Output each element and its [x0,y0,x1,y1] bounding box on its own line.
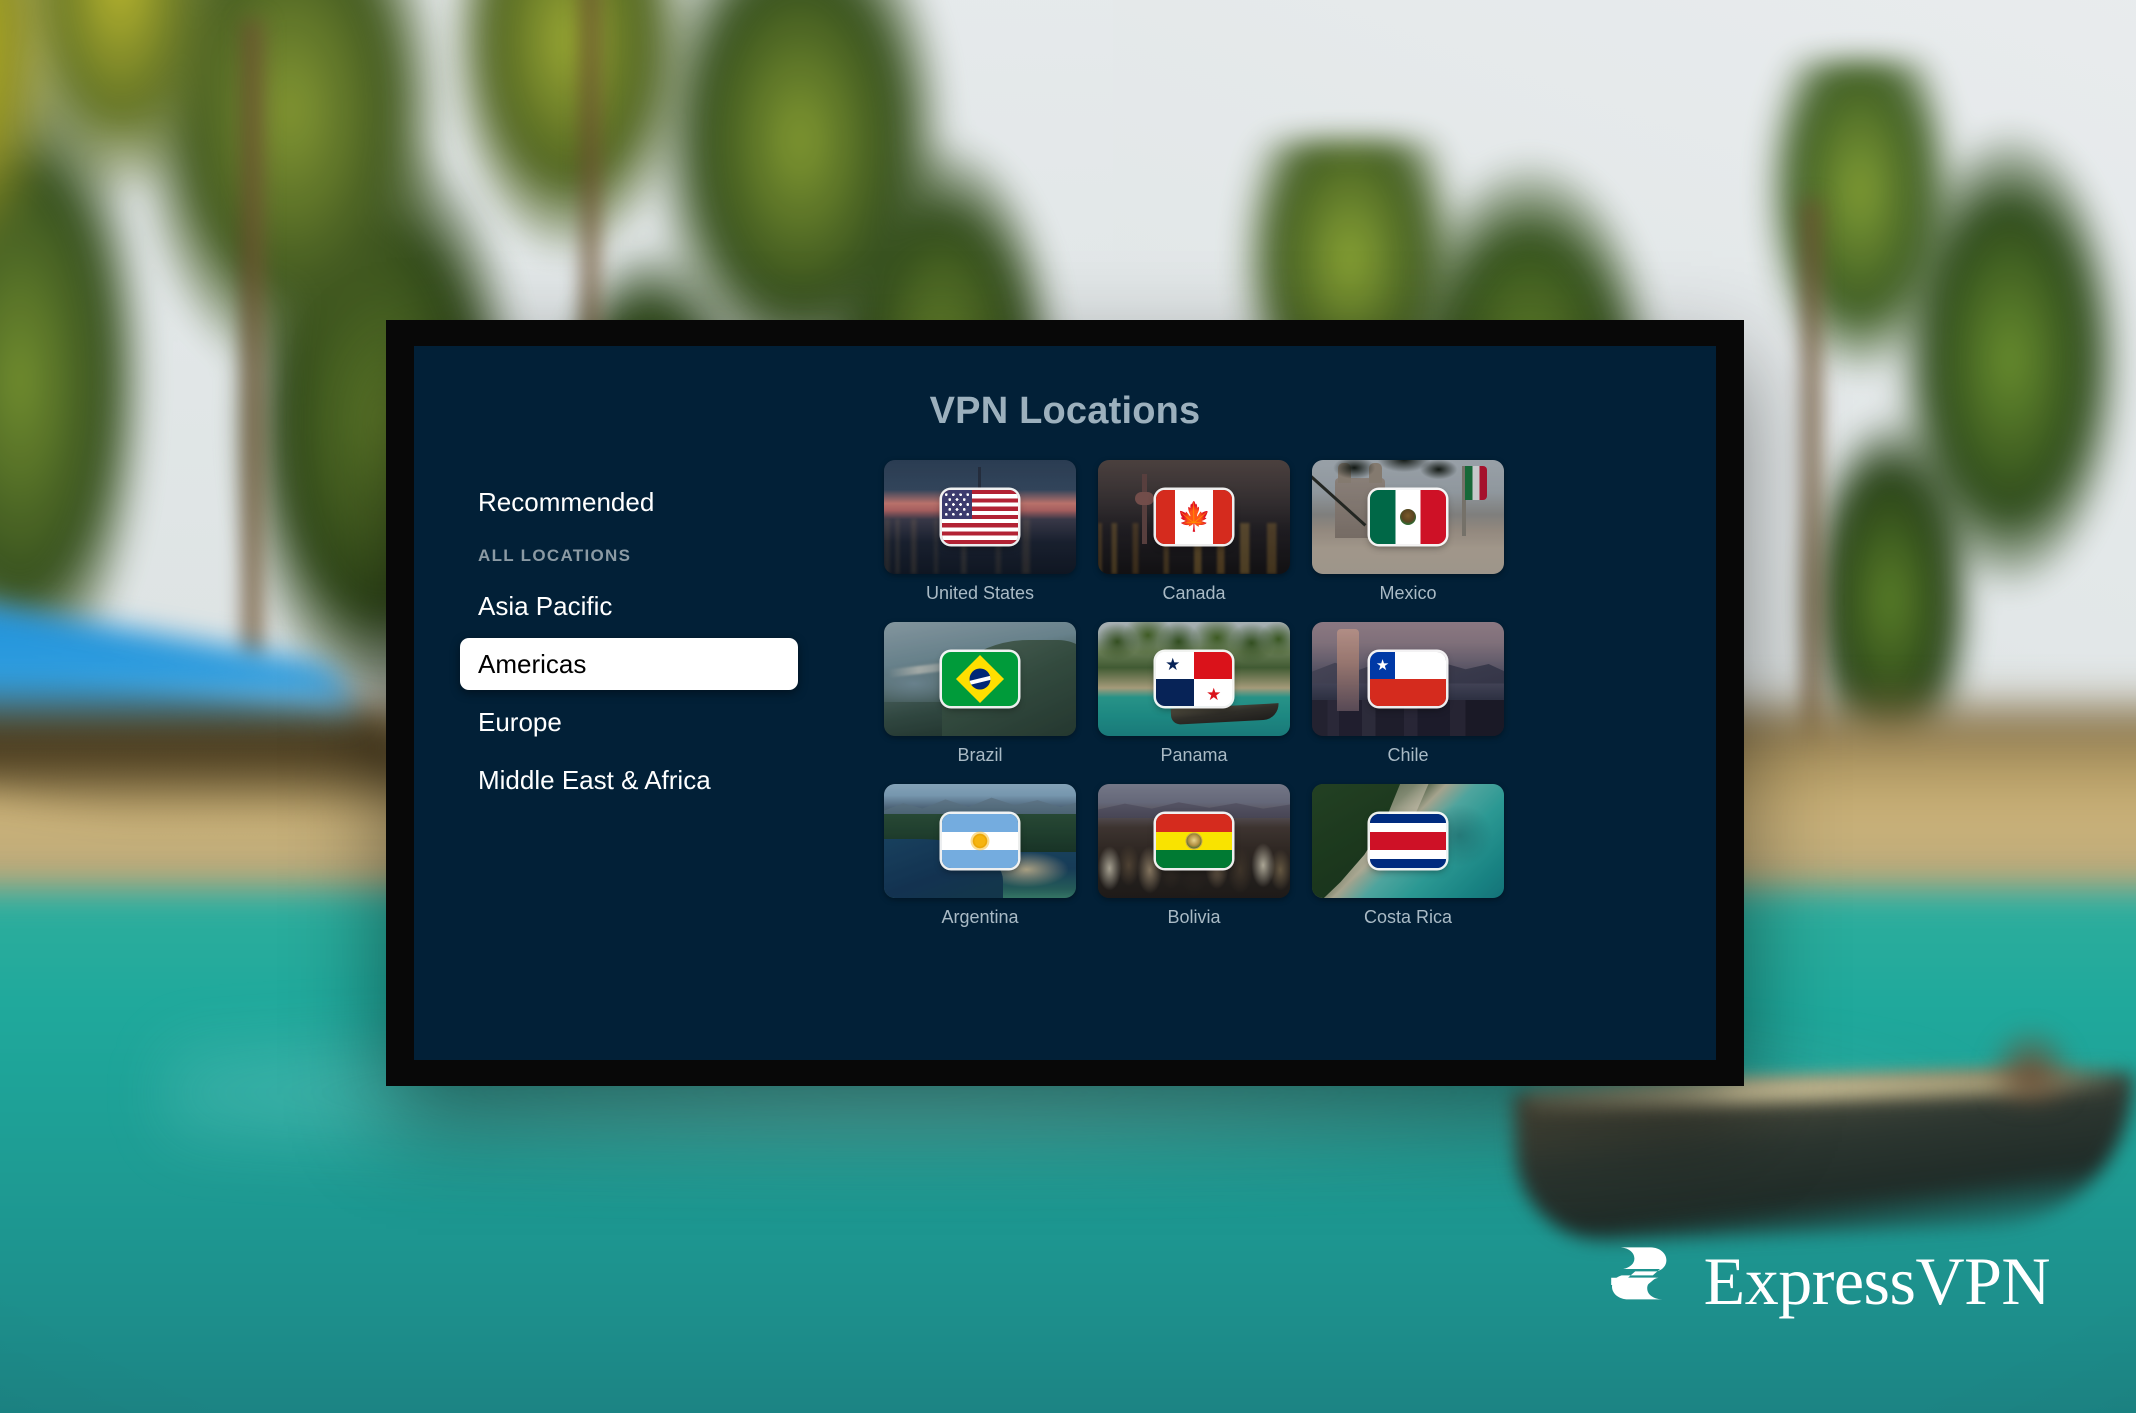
location-thumbnail [884,460,1076,574]
flag-icon-united-states [942,490,1018,544]
flag-icon-canada: 🍁 [1156,490,1232,544]
flag-quadrant-red [1194,652,1232,679]
location-tile-bolivia[interactable]: Bolivia [1098,784,1290,928]
location-label: Mexico [1379,583,1437,603]
location-label: Argentina [941,907,1019,927]
flag-canton: ★ [1370,652,1396,679]
sidebar-item-europe[interactable]: Europe [460,696,798,748]
location-label: Bolivia [1167,907,1221,927]
flag-icon-brazil [942,652,1018,706]
television-frame: VPN Locations Recommended ALL LOCATIONS … [386,320,1744,1086]
expressvpn-logo-mark [1610,1247,1667,1300]
white-star-icon: ★ [1375,657,1390,674]
app-body: Recommended ALL LOCATIONS Asia Pacific A… [414,458,1716,1060]
location-label: Costa Rica [1363,907,1453,927]
location-label: Brazil [957,745,1003,765]
expressvpn-wordmark: ExpressVPN [1703,1243,2051,1319]
location-tile-mexico[interactable]: Mexico [1312,460,1504,604]
page-title: VPN Locations [929,390,1201,432]
location-thumbnail [884,622,1076,736]
location-tile-panama[interactable]: ★ ★ Panama [1098,622,1290,766]
location-tile-canada[interactable]: 🍁 Canada [1098,460,1290,604]
locations-grid: United States 🍁 Canada Mexico Brazil ★ ★… [884,460,1676,928]
location-thumbnail: ★ [1312,622,1504,736]
blue-star-icon: ★ [1165,655,1181,675]
flag-icon-chile: ★ [1370,652,1446,706]
location-tile-argentina[interactable]: Argentina [884,784,1076,928]
sidebar: Recommended ALL LOCATIONS Asia Pacific A… [414,458,884,1060]
sidebar-item-americas[interactable]: Americas [460,638,798,690]
flag-icon-argentina [942,814,1018,868]
sidebar-section-all-locations: ALL LOCATIONS [478,546,632,565]
maple-leaf-icon: 🍁 [1176,501,1212,532]
flag-stars [942,490,973,520]
location-thumbnail [884,784,1076,898]
flag-quadrant-blue [1156,679,1194,706]
location-thumbnail [1312,784,1504,898]
location-tile-costa-rica[interactable]: Costa Rica [1312,784,1504,928]
location-thumbnail: ★ ★ [1098,622,1290,736]
flag-icon-panama: ★ ★ [1156,652,1232,706]
location-label: United States [925,583,1035,603]
location-label: Panama [1160,745,1228,765]
sidebar-item-recommended[interactable]: Recommended [460,476,798,528]
location-thumbnail: 🍁 [1098,460,1290,574]
sidebar-item-label: Americas [478,648,587,679]
location-tile-brazil[interactable]: Brazil [884,622,1076,766]
sidebar-item-label: Asia Pacific [478,590,613,621]
flag-icon-mexico [1370,490,1446,544]
bolivia-coat-of-arms [1185,832,1203,850]
television-screen: VPN Locations Recommended ALL LOCATIONS … [414,346,1716,1060]
location-tile-chile[interactable]: ★ Chile [1312,622,1504,766]
screenshot-scene: VPN Locations Recommended ALL LOCATIONS … [0,0,2136,1413]
sidebar-item-label: Middle East & Africa [478,764,711,795]
sun-of-may [972,833,988,849]
sidebar-item-label: Recommended [478,486,655,517]
location-label: Chile [1387,745,1429,765]
location-label: Canada [1162,583,1226,603]
celestial-globe [969,668,991,690]
mexico-coat-of-arms [1400,509,1416,525]
red-star-icon: ★ [1206,684,1222,704]
location-thumbnail [1098,784,1290,898]
flag-icon-bolivia [1156,814,1232,868]
sidebar-item-middle-east-africa[interactable]: Middle East & Africa [460,754,798,806]
sidebar-item-asia-pacific[interactable]: Asia Pacific [460,580,798,632]
locations-panel: United States 🍁 Canada Mexico Brazil ★ ★… [884,458,1716,1060]
expressvpn-logo: ExpressVPN [1600,1241,2051,1321]
flag-icon-costa-rica [1370,814,1446,868]
sidebar-item-label: Europe [478,706,562,737]
location-tile-united-states[interactable]: United States [884,460,1076,604]
location-thumbnail [1312,460,1504,574]
